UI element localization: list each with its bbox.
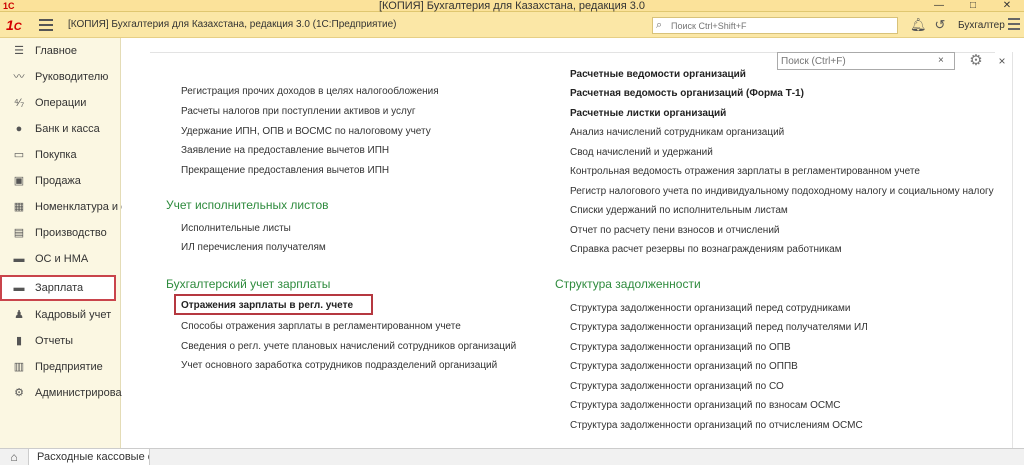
open-window-tab[interactable]: Расходные кассовые ордера: [28, 449, 150, 465]
open-window-tab-label: Расходные кассовые ордера: [37, 451, 149, 463]
people-icon: ♟: [14, 309, 24, 321]
link[interactable]: Справка расчет резервы по вознаграждения…: [570, 243, 842, 256]
link[interactable]: Списки удержаний по исполнительным листа…: [570, 204, 788, 217]
global-search-input[interactable]: [671, 19, 891, 32]
clear-search-icon[interactable]: ×: [938, 55, 944, 66]
link[interactable]: Структура задолженности организаций по О…: [570, 360, 798, 373]
current-user[interactable]: Бухгалтер: [958, 20, 1005, 31]
link[interactable]: Отчет по расчету пени взносов и отчислен…: [570, 224, 780, 237]
sidebar-item-sales[interactable]: ▣ Продажа: [0, 168, 121, 194]
link[interactable]: Расчеты налогов при поступлении активов …: [181, 105, 416, 118]
factory-icon: ▤: [13, 227, 25, 239]
cart-icon: ▭: [13, 149, 25, 161]
building-icon: ▥: [13, 361, 25, 373]
link[interactable]: Учет основного заработка сотрудников под…: [181, 359, 497, 372]
group-title-writs: Учет исполнительных листов: [166, 198, 329, 212]
window-title: [КОПИЯ] Бухгалтерия для Казахстана, реда…: [378, 0, 646, 12]
bag-icon: ▣: [13, 175, 25, 187]
section-panel: × ⚙ × Регистрация прочих доходов в целях…: [122, 38, 1024, 448]
app-title: [КОПИЯ] Бухгалтерия для Казахстана, реда…: [68, 19, 397, 30]
sidebar-item-purchases[interactable]: ▭ Покупка: [0, 142, 121, 168]
link[interactable]: Структура задолженности организаций по О…: [570, 341, 791, 354]
warehouse-icon: ▦: [13, 201, 25, 213]
link[interactable]: Анализ начислений сотрудникам организаци…: [570, 126, 784, 139]
link[interactable]: Структура задолженности организаций по С…: [570, 380, 784, 393]
link[interactable]: Расчетные ведомости организаций: [570, 68, 746, 81]
sidebar-item-label: Кадровый учет: [35, 309, 112, 321]
truck-icon: ▬: [13, 253, 25, 265]
settings-gear-icon[interactable]: ⚙: [965, 52, 987, 70]
link[interactable]: Исполнительные листы: [181, 222, 291, 235]
sidebar-item-hr[interactable]: ♟ Кадровый учет: [0, 302, 121, 328]
home-icon[interactable]: ⌂: [0, 449, 28, 465]
link[interactable]: Контрольная ведомость отражения зарплаты…: [570, 165, 920, 178]
sidebar-item-production[interactable]: ▤ Производство: [0, 220, 121, 246]
link-salary-postings[interactable]: Отражения зарплаты в регл. учете: [181, 299, 353, 312]
link[interactable]: Свод начислений и удержаний: [570, 146, 713, 159]
sidebar-item-label: Продажа: [35, 175, 81, 187]
group-title-debt: Структура задолженности: [555, 277, 701, 291]
panel-search-input[interactable]: [781, 55, 931, 68]
gear-icon: ⚙: [14, 387, 24, 399]
link[interactable]: ИЛ перечисления получателям: [181, 241, 326, 254]
link[interactable]: Прекращение предоставления вычетов ИПН: [181, 164, 389, 177]
link[interactable]: Регистр налогового учета по индивидуальн…: [570, 185, 994, 198]
sidebar-item-fixed-assets[interactable]: ▬ ОС и НМА: [0, 246, 121, 272]
link[interactable]: Сведения о регл. учете плановых начислен…: [181, 340, 516, 353]
search-icon: ⌕: [656, 19, 663, 31]
maximize-button[interactable]: □: [962, 0, 984, 12]
panel-search[interactable]: ×: [777, 52, 955, 70]
link[interactable]: Структура задолженности организаций пере…: [570, 321, 868, 334]
1c-logo-icon: 1С: [6, 17, 22, 33]
bar-chart-icon: ▮: [15, 335, 23, 347]
app-header: 1С [КОПИЯ] Бухгалтерия для Казахстана, р…: [0, 12, 1024, 38]
sidebar-item-label: Банк и касса: [35, 123, 100, 135]
close-window-button[interactable]: ✕: [996, 0, 1018, 12]
link[interactable]: Структура задолженности организаций по в…: [570, 399, 841, 412]
sidebar-item-warehouse[interactable]: ▦ Номенклатура и склад: [0, 194, 151, 220]
sidebar-item-label: Покупка: [35, 149, 77, 161]
user-menu-icon[interactable]: [1008, 18, 1020, 32]
main-menu-icon[interactable]: [39, 19, 53, 31]
sidebar-item-admin[interactable]: ⚙ Администрирование: [0, 380, 140, 406]
sidebar-item-label: ОС и НМА: [35, 253, 89, 265]
sidebar-item-label: Производство: [35, 227, 107, 239]
sections-sidebar: ☰ Главное 〰 Руководителю ⁴⁄₇ Операции ● …: [0, 38, 151, 448]
sidebar-item-label: Операции: [35, 97, 87, 109]
sidebar-item-enterprise[interactable]: ▥ Предприятие: [0, 354, 121, 380]
link[interactable]: Способы отражения зарплаты в регламентир…: [181, 320, 461, 333]
link[interactable]: Заявление на предоставление вычетов ИПН: [181, 144, 389, 157]
sidebar-item-operations[interactable]: ⁴⁄₇ Операции: [0, 90, 121, 116]
link[interactable]: Структура задолженности организаций пере…: [570, 302, 850, 315]
wallet-icon: ▬: [13, 282, 25, 294]
menu-icon: ☰: [14, 45, 24, 57]
sidebar-item-label: Зарплата: [35, 282, 84, 294]
close-panel-button[interactable]: ×: [995, 52, 1009, 70]
sidebar-item-label: Руководителю: [35, 71, 109, 83]
sidebar-item-label: Главное: [35, 45, 78, 57]
link[interactable]: Расчетная ведомость организаций (Форма Т…: [570, 87, 804, 100]
coin-icon: ●: [15, 123, 23, 135]
sidebar-item-bank[interactable]: ● Банк и касса: [0, 116, 121, 142]
group-title-accounting: Бухгалтерский учет зарплаты: [166, 277, 331, 291]
chart-line-icon: 〰: [13, 71, 25, 83]
link[interactable]: Расчетные листки организаций: [570, 107, 726, 120]
sidebar-item-label: Предприятие: [35, 361, 103, 373]
panel-border: [1012, 52, 1013, 448]
minimize-button[interactable]: —: [928, 0, 950, 12]
window-titlebar: 1С [КОПИЯ] Бухгалтерия для Казахстана, р…: [0, 0, 1024, 12]
link[interactable]: Регистрация прочих доходов в целях налог…: [181, 85, 439, 98]
sidebar-item-main[interactable]: ☰ Главное: [0, 38, 121, 64]
bell-icon[interactable]: 🔔︎: [910, 17, 927, 33]
link[interactable]: Структура задолженности организаций по о…: [570, 419, 863, 432]
global-search[interactable]: ⌕: [652, 17, 898, 34]
sidebar-item-director[interactable]: 〰 Руководителю: [0, 64, 121, 90]
history-icon[interactable]: ↺: [932, 17, 948, 33]
sidebar-item-reports[interactable]: ▮ Отчеты: [0, 328, 121, 354]
operations-icon: ⁴⁄₇: [13, 97, 25, 109]
link[interactable]: Удержание ИПН, ОПВ и ВОСМС по налоговому…: [181, 125, 431, 138]
sidebar-item-label: Отчеты: [35, 335, 74, 347]
sidebar-item-salary[interactable]: ▬ Зарплата: [0, 275, 116, 301]
open-windows-bar: ⌂ Расходные кассовые ордера: [0, 448, 1024, 465]
